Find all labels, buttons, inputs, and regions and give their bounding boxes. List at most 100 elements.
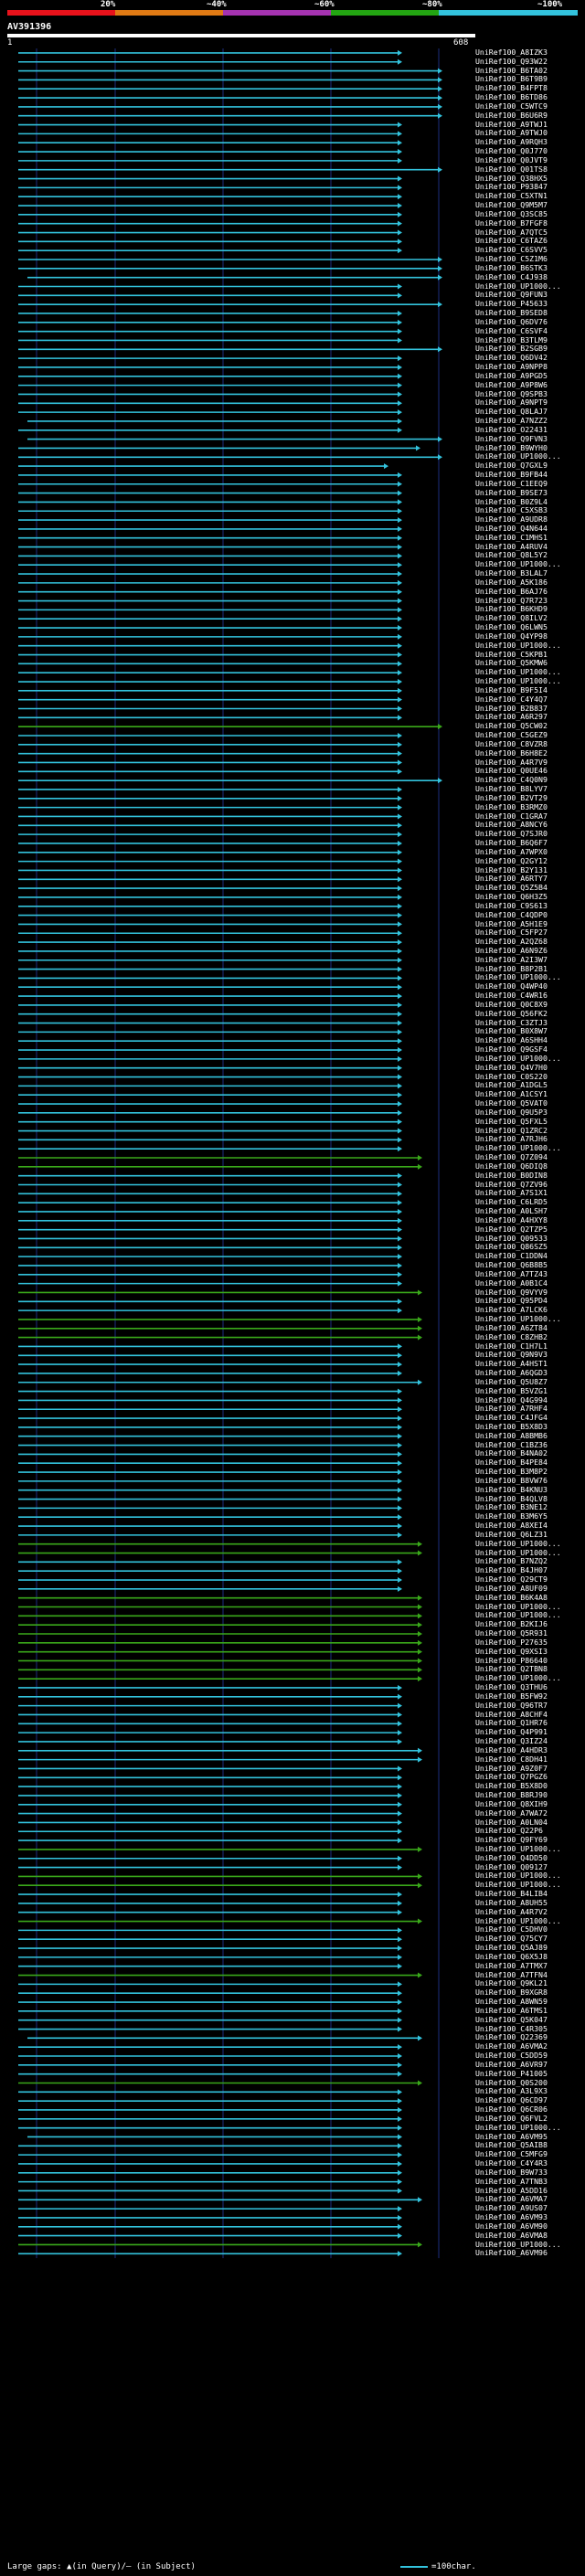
hit-accession[interactable]: UniRef100_B6K4A8 <box>475 1593 548 1602</box>
hit-accession[interactable]: UniRef100_B3NE12 <box>475 1503 548 1511</box>
hit-accession[interactable]: UniRef100_B9F5I4 <box>475 685 548 694</box>
hit-accession[interactable]: UniRef100_Q75CY7 <box>475 1935 548 1943</box>
hit-accession[interactable]: UniRef100_Q6DV42 <box>475 354 548 362</box>
hit-accession[interactable]: UniRef100_UP1000... <box>475 452 561 461</box>
hit-accession[interactable]: UniRef100_C4WR16 <box>475 991 548 1000</box>
hit-accession[interactable]: UniRef100_UP1000... <box>475 560 561 568</box>
hit-accession[interactable]: UniRef100_UP1000... <box>475 1881 561 1889</box>
hit-accession[interactable]: UniRef100_A9UDR8 <box>475 515 548 524</box>
hit-accession[interactable]: UniRef100_Q8XIH9 <box>475 1799 548 1808</box>
hit-accession[interactable]: UniRef100_A7WPX0 <box>475 847 548 856</box>
hit-accession[interactable]: UniRef100_Q5R931 <box>475 1629 548 1638</box>
hit-accession[interactable]: UniRef100_Q9SPB3 <box>475 389 548 398</box>
hit-accession[interactable]: UniRef100_UP1000... <box>475 281 561 291</box>
hit-accession[interactable]: UniRef100_UP1000... <box>475 973 561 981</box>
hit-accession[interactable]: UniRef100_C6TAZ6 <box>475 237 548 245</box>
hit-accession[interactable]: UniRef100_Q7PGZ6 <box>475 1773 548 1781</box>
hit-accession[interactable]: UniRef100_Q86SZ5 <box>475 1243 548 1251</box>
hit-accession[interactable]: UniRef100_C6LRD5 <box>475 1198 548 1206</box>
hit-accession[interactable]: UniRef100_B6AJ76 <box>475 587 548 596</box>
hit-accession[interactable]: UniRef100_Q0J770 <box>475 147 548 155</box>
hit-accession[interactable]: UniRef100_B9W733 <box>475 2168 548 2177</box>
hit-accession[interactable]: UniRef100_A6TMS1 <box>475 2006 548 2015</box>
hit-accession[interactable]: UniRef100_C5WTC9 <box>475 101 548 111</box>
hit-accession[interactable]: UniRef100_UP1000... <box>475 1144 561 1152</box>
hit-accession[interactable]: UniRef100_B7FGF8 <box>475 218 548 228</box>
hit-accession[interactable]: UniRef100_A8CHF4 <box>475 1710 548 1719</box>
hit-accession[interactable]: UniRef100_B4LIB4 <box>475 1890 548 1898</box>
hit-accession[interactable]: UniRef100_B4FPT8 <box>475 84 548 92</box>
hit-accession[interactable]: UniRef100_C8DH41 <box>475 1754 548 1764</box>
hit-accession[interactable]: UniRef100_A7TMX7 <box>475 1961 548 1970</box>
hit-accession[interactable]: UniRef100_A0LN04 <box>475 1818 548 1827</box>
hit-accession[interactable]: UniRef100_B6H8E2 <box>475 748 548 758</box>
hit-accession[interactable]: UniRef100_A7TZ43 <box>475 1269 548 1278</box>
hit-accession[interactable]: UniRef100_Q3THU6 <box>475 1683 548 1691</box>
hit-accession[interactable]: UniRef100_A6VMA8 <box>475 2231 548 2240</box>
hit-accession[interactable]: UniRef100_Q7GXL9 <box>475 461 548 470</box>
hit-accession[interactable]: UniRef100_A8WN59 <box>475 1998 548 2006</box>
hit-accession[interactable]: UniRef100_A4RUV4 <box>475 542 548 551</box>
hit-accession[interactable]: UniRef100_B7NZQ2 <box>475 1557 548 1565</box>
hit-accession[interactable]: UniRef100_Q7ZV96 <box>475 1180 548 1189</box>
hit-accession[interactable]: UniRef100_Q6DV76 <box>475 317 548 326</box>
hit-accession[interactable]: UniRef100_A5DD16 <box>475 2186 548 2195</box>
hit-accession[interactable]: UniRef100_C1DDN4 <box>475 1252 548 1260</box>
hit-accession[interactable]: UniRef100_B3M6Y5 <box>475 1512 548 1521</box>
hit-accession[interactable]: UniRef100_Q0S200 <box>475 2078 548 2087</box>
hit-accession[interactable]: UniRef100_B9WYH0 <box>475 443 548 452</box>
hit-accession[interactable]: UniRef100_A7QTC5 <box>475 228 548 237</box>
hit-accession[interactable]: UniRef100_C9S613 <box>475 901 548 910</box>
hit-accession[interactable]: UniRef100_A8BMB6 <box>475 1431 548 1440</box>
hit-accession[interactable]: UniRef100_UP1000... <box>475 1539 561 1548</box>
hit-accession[interactable]: UniRef100_Q9XSI3 <box>475 1647 548 1656</box>
hit-accession[interactable]: UniRef100_C4J938 <box>475 272 548 281</box>
hit-accession[interactable]: UniRef100_Q2TBN8 <box>475 1665 548 1673</box>
hit-accession[interactable]: UniRef100_Q6CR06 <box>475 2105 548 2114</box>
hit-accession[interactable]: UniRef100_Q6FVL2 <box>475 2114 548 2123</box>
hit-accession[interactable]: UniRef100_A9NPP8 <box>475 363 548 371</box>
hit-accession[interactable]: UniRef100_C1BZ36 <box>475 1440 548 1449</box>
hit-accession[interactable]: UniRef100_B5FW92 <box>475 1691 548 1701</box>
hit-accession[interactable]: UniRef100_A9Z0F7 <box>475 1764 548 1773</box>
hit-accession[interactable]: UniRef100_P45633 <box>475 300 548 308</box>
hit-accession[interactable]: UniRef100_A6VMA7 <box>475 2195 548 2203</box>
hit-accession[interactable]: UniRef100_Q0JVT9 <box>475 155 548 164</box>
hit-accession[interactable]: UniRef100_Q6X5J8 <box>475 1952 548 1961</box>
hit-accession[interactable]: UniRef100_Q22369 <box>475 2033 548 2041</box>
hit-accession[interactable]: UniRef100_Q9M5M7 <box>475 201 548 209</box>
hit-accession[interactable]: UniRef100_Q95PD4 <box>475 1297 548 1305</box>
hit-accession[interactable]: UniRef100_P27635 <box>475 1638 548 1647</box>
hit-accession[interactable]: UniRef100_A9NPT9 <box>475 398 548 407</box>
hit-accession[interactable]: UniRef100_B4QLV8 <box>475 1494 548 1503</box>
hit-accession[interactable]: UniRef100_UP1000... <box>475 1916 561 1925</box>
hit-accession[interactable]: UniRef100_A4HDR3 <box>475 1745 548 1754</box>
hit-accession[interactable]: UniRef100_Q4V7H0 <box>475 1063 548 1072</box>
hit-accession[interactable]: UniRef100_B2VT29 <box>475 793 548 802</box>
hit-accession[interactable]: UniRef100_B9XGR8 <box>475 1988 548 1997</box>
hit-accession[interactable]: UniRef100_C5XTN1 <box>475 192 548 200</box>
hit-accession[interactable]: UniRef100_Q9N9V3 <box>475 1351 548 1359</box>
hit-accession[interactable]: UniRef100_Q5AIB8 <box>475 2141 548 2149</box>
hit-accession[interactable]: UniRef100_B6TD86 <box>475 93 548 101</box>
hit-accession[interactable]: UniRef100_A7NZZ2 <box>475 417 548 425</box>
hit-accession[interactable]: UniRef100_C4Y4Q7 <box>475 694 548 704</box>
hit-accession[interactable]: UniRef100_O22431 <box>475 425 548 434</box>
hit-accession[interactable]: UniRef100_B2SGB9 <box>475 345 548 353</box>
hit-accession[interactable]: UniRef100_UP1000... <box>475 1054 561 1063</box>
hit-accession[interactable]: UniRef100_B8RJ90 <box>475 1791 548 1799</box>
hit-accession[interactable]: UniRef100_B6STK3 <box>475 263 548 272</box>
hit-accession[interactable]: UniRef100_Q4N644 <box>475 524 548 533</box>
hit-accession[interactable]: UniRef100_C5MFG9 <box>475 2150 548 2158</box>
hit-accession[interactable]: UniRef100_UP1000... <box>475 677 561 685</box>
hit-accession[interactable]: UniRef100_C4R305 <box>475 2024 548 2033</box>
hit-accession[interactable]: UniRef100_B6T9B9 <box>475 75 548 83</box>
hit-accession[interactable]: UniRef100_C5XSB3 <box>475 506 548 514</box>
hit-accession[interactable]: UniRef100_B5X8D3 <box>475 1422 548 1431</box>
hit-accession[interactable]: UniRef100_A9PGD5 <box>475 371 548 380</box>
hit-accession[interactable]: UniRef100_C1GRA7 <box>475 811 548 821</box>
hit-accession[interactable]: UniRef100_A6VMA2 <box>475 2042 548 2051</box>
hit-accession[interactable]: UniRef100_A2I3W7 <box>475 955 548 964</box>
hit-accession[interactable]: UniRef100_Q7SJR0 <box>475 830 548 838</box>
hit-accession[interactable]: UniRef100_Q6CD97 <box>475 2096 548 2104</box>
